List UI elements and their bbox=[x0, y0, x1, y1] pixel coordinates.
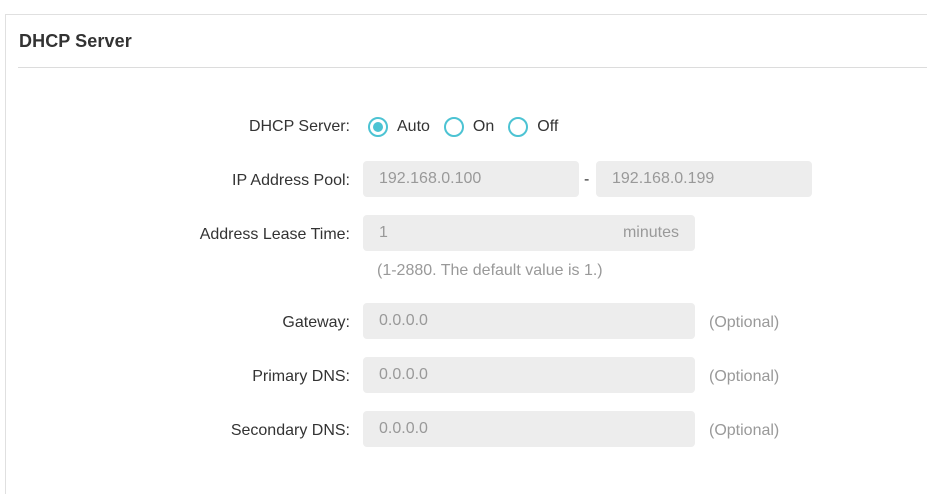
primary-dns-input[interactable]: 0.0.0.0 bbox=[363, 357, 695, 393]
lease-time-hint: (1-2880. The default value is 1.) bbox=[377, 262, 603, 279]
ip-pool-start-input[interactable]: 192.168.0.100 bbox=[363, 161, 579, 197]
lease-time-label: Address Lease Time: bbox=[199, 226, 350, 243]
radio-auto[interactable] bbox=[368, 117, 388, 137]
primary-dns-optional-note: (Optional) bbox=[709, 368, 780, 385]
secondary-dns-optional-note: (Optional) bbox=[709, 422, 780, 439]
secondary-dns-label: Secondary DNS: bbox=[230, 422, 350, 439]
gateway-input[interactable]: 0.0.0.0 bbox=[363, 303, 695, 339]
primary-dns-label: Primary DNS: bbox=[252, 368, 350, 385]
dhcp-server-label: DHCP Server: bbox=[248, 118, 350, 135]
radio-option-off[interactable]: Off bbox=[508, 117, 558, 137]
ip-pool-label: IP Address Pool: bbox=[232, 172, 350, 189]
ip-pool-end-input[interactable]: 192.168.0.199 bbox=[596, 161, 812, 197]
lease-time-value: 1 bbox=[379, 224, 388, 241]
gateway-label: Gateway: bbox=[282, 314, 350, 331]
radio-off[interactable] bbox=[508, 117, 529, 137]
lease-time-unit: minutes bbox=[622, 224, 679, 241]
radio-on[interactable] bbox=[443, 117, 464, 137]
title-divider bbox=[18, 67, 927, 68]
radio-option-auto[interactable]: Auto bbox=[368, 117, 430, 137]
lease-time-input[interactable]: 1 minutes bbox=[363, 215, 695, 251]
dhcp-server-radio-group: Auto On Off bbox=[368, 115, 572, 139]
radio-off-label: Off bbox=[537, 118, 559, 135]
secondary-dns-input[interactable]: 0.0.0.0 bbox=[363, 411, 695, 447]
radio-option-on[interactable]: On bbox=[443, 117, 495, 137]
gateway-optional-note: (Optional) bbox=[709, 314, 780, 331]
section-title: DHCP Server bbox=[19, 31, 132, 51]
ip-pool-separator: - bbox=[584, 171, 590, 188]
radio-auto-label: Auto bbox=[397, 118, 430, 135]
radio-on-label: On bbox=[472, 118, 495, 135]
